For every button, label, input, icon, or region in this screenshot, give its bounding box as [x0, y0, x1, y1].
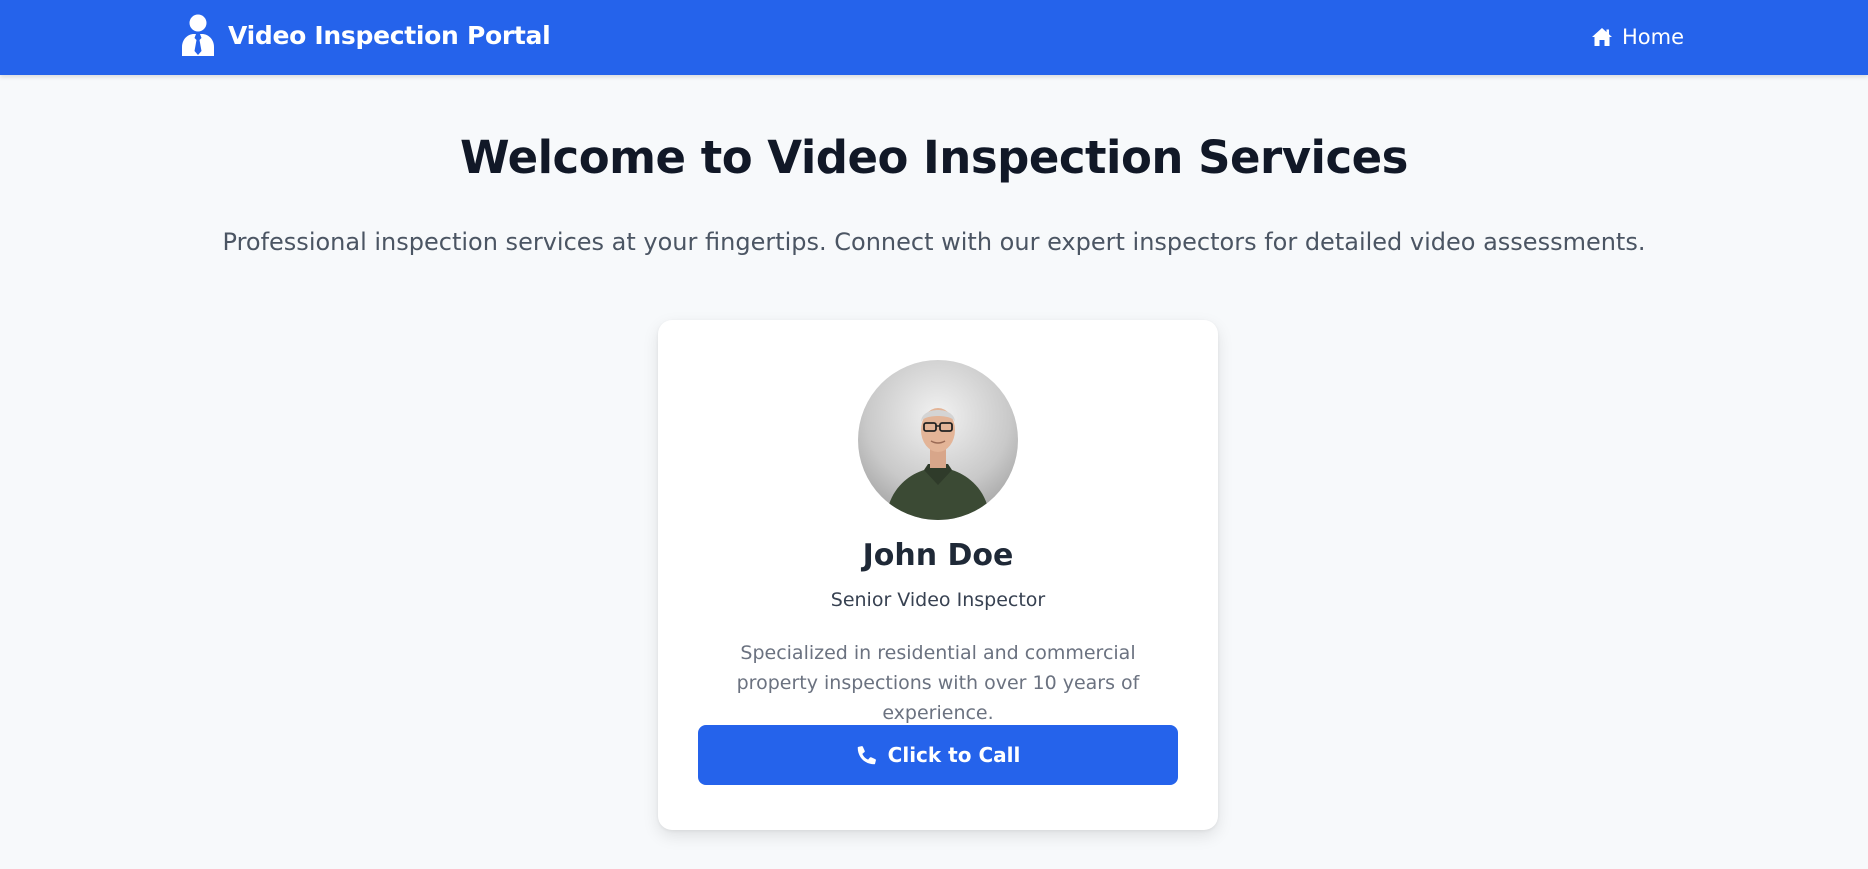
home-icon: [1591, 28, 1612, 46]
inspector-card: John Doe Senior Video Inspector Speciali…: [658, 320, 1218, 830]
top-navbar: Video Inspection Portal Home: [0, 0, 1868, 75]
brand[interactable]: Video Inspection Portal: [180, 14, 551, 56]
inspector-role: Senior Video Inspector: [830, 589, 1046, 611]
inspector-bio: Specialized in residential and commercia…: [736, 642, 1140, 724]
click-to-call-label: Click to Call: [887, 743, 1021, 767]
nav-home-link[interactable]: Home: [1591, 22, 1684, 52]
inspector-avatar: [858, 360, 1018, 520]
phone-icon: [857, 746, 876, 765]
click-to-call-button[interactable]: Click to Call: [698, 725, 1178, 785]
nav-home-label: Home: [1621, 25, 1684, 49]
inspector-photo: [886, 408, 990, 520]
page-subtitle: Professional inspection services at your…: [222, 228, 1646, 256]
page-title: Welcome to Video Inspection Services: [460, 131, 1408, 184]
brand-title: Video Inspection Portal: [228, 20, 551, 50]
inspector-name: John Doe: [862, 538, 1014, 573]
user-tie-icon: [182, 14, 214, 56]
